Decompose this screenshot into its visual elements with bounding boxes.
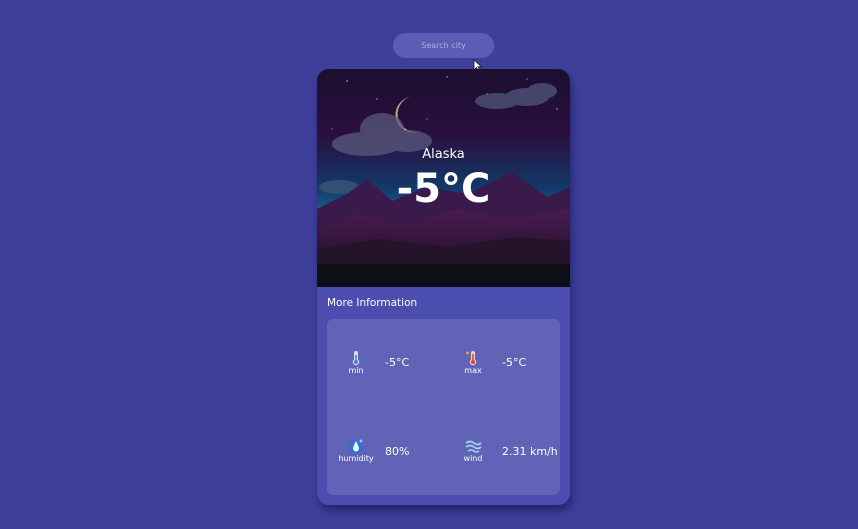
max-value: -5°C bbox=[502, 356, 527, 369]
humidity-label: humidity bbox=[338, 454, 374, 463]
thermometer-icon bbox=[352, 351, 360, 366]
weather-scene-image: Alaska -5°C bbox=[317, 69, 570, 287]
max-label: max bbox=[464, 366, 482, 375]
weather-card: Alaska -5°C More Information min -5°C ma… bbox=[317, 69, 570, 505]
humidity-icon bbox=[349, 439, 363, 454]
more-information-title: More Information bbox=[327, 297, 418, 309]
wind-label: wind bbox=[463, 454, 483, 463]
search-input[interactable] bbox=[393, 33, 494, 58]
humidity-value: 80% bbox=[385, 445, 410, 458]
current-temperature: -5°C bbox=[396, 166, 491, 212]
min-value: -5°C bbox=[385, 356, 410, 369]
city-name: Alaska bbox=[422, 147, 465, 162]
wind-value: 2.31 km/h bbox=[502, 445, 558, 458]
min-label: min bbox=[348, 366, 364, 375]
hot-thermometer-icon bbox=[466, 351, 477, 366]
more-information-panel: min -5°C max -5°C humidity 80% wind 2.31… bbox=[327, 319, 560, 495]
wind-icon bbox=[465, 440, 482, 453]
